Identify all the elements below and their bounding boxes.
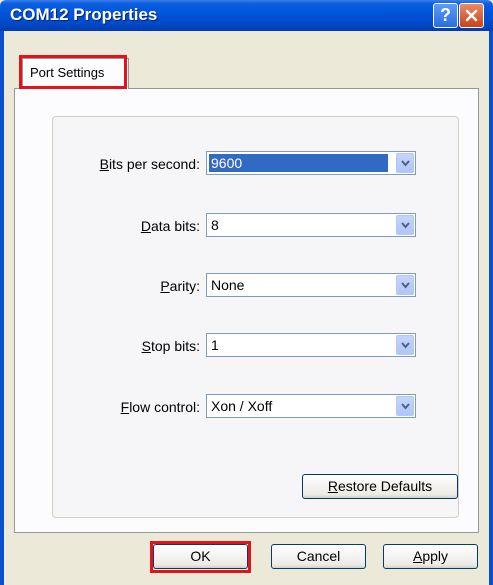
tab-port-settings[interactable]: Port Settings — [22, 58, 129, 89]
window-frame-right — [489, 31, 493, 585]
ok-button[interactable]: OK — [153, 544, 248, 569]
help-button[interactable]: ? — [433, 3, 458, 28]
close-icon — [465, 9, 478, 22]
window-frame-left — [0, 31, 4, 585]
tab-label: Port Settings — [30, 65, 105, 80]
data-bits-label: Data bits: — [140, 218, 200, 234]
dropdown-button[interactable] — [396, 396, 414, 416]
parity-value: None — [211, 277, 245, 293]
parity-label: Parity: — [160, 278, 200, 294]
bits-per-second-label: Bits per second: — [99, 156, 200, 172]
dropdown-button[interactable] — [396, 215, 414, 235]
chevron-down-icon — [401, 342, 410, 349]
flow-control-value: Xon / Xoff — [211, 398, 273, 414]
settings-group — [52, 116, 459, 518]
chevron-down-icon — [401, 403, 410, 410]
stop-bits-select[interactable]: 1 — [206, 333, 416, 357]
parity-select[interactable]: None — [206, 273, 416, 297]
help-icon: ? — [440, 5, 451, 25]
dropdown-button[interactable] — [396, 153, 414, 173]
flow-control-select[interactable]: Xon / Xoff — [206, 394, 416, 418]
chevron-down-icon — [401, 160, 410, 167]
close-button[interactable] — [459, 3, 484, 28]
chevron-down-icon — [401, 222, 410, 229]
flow-control-label: Flow control: — [120, 399, 200, 415]
bits-per-second-select[interactable]: 9600 — [206, 151, 416, 175]
data-bits-select[interactable]: 8 — [206, 213, 416, 237]
bits-per-second-value: 9600 — [211, 155, 243, 171]
restore-defaults-button[interactable]: Restore Defaults — [302, 474, 458, 499]
chevron-down-icon — [401, 282, 410, 289]
window-title: COM12 Properties — [10, 5, 158, 24]
apply-button[interactable]: Apply — [383, 544, 478, 569]
dropdown-button[interactable] — [396, 335, 414, 355]
dropdown-button[interactable] — [396, 275, 414, 295]
stop-bits-value: 1 — [211, 337, 219, 353]
stop-bits-label: Stop bits: — [141, 338, 200, 354]
data-bits-value: 8 — [211, 217, 219, 233]
title-bar: COM12 Properties ? — [0, 0, 493, 31]
cancel-button[interactable]: Cancel — [271, 544, 366, 569]
